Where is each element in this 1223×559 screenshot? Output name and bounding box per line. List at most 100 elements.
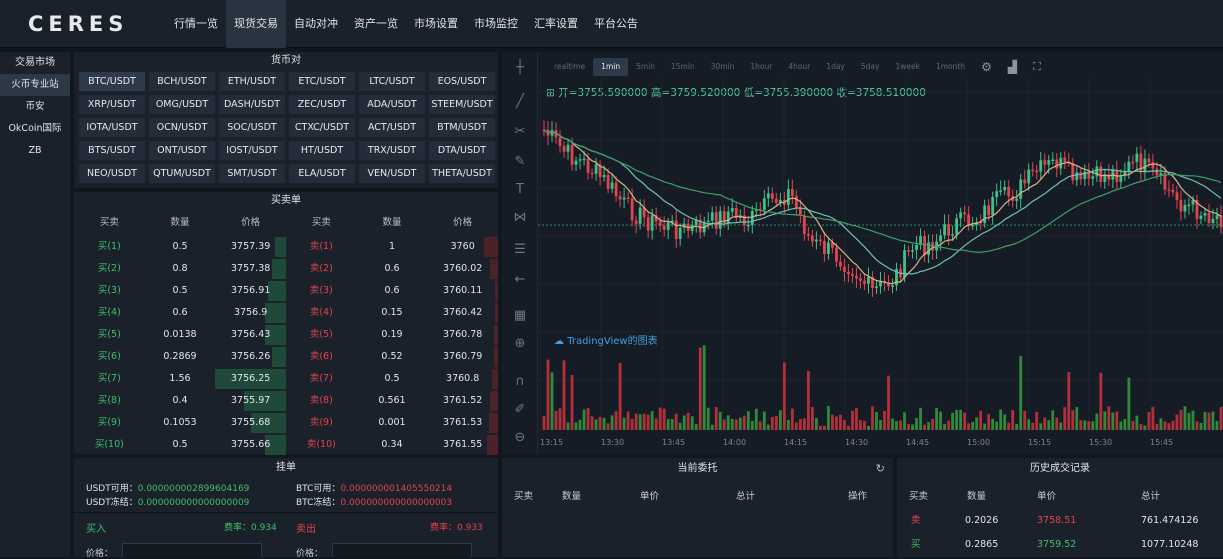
interval-5min[interactable]: 5min — [628, 58, 663, 76]
pair-button[interactable]: BTC/USDT — [79, 72, 145, 91]
price-chart[interactable]: ┼ ╱ ✂ ✎ T ⋈ ☰ ← ▦ ⊕ ∩ ✐ ⊖ realtime 1min … — [502, 52, 1223, 454]
buy-price-label: 价格： — [86, 549, 114, 559]
candle-body — [1175, 192, 1179, 200]
pair-button[interactable]: CTXC/USDT — [289, 118, 355, 137]
nav-market-settings[interactable]: 市场设置 — [406, 0, 466, 48]
zoom-in-icon[interactable]: ⊕ — [510, 334, 530, 354]
pair-button[interactable]: ETC/USDT — [289, 72, 355, 91]
indicators-icon[interactable]: ▟ — [1000, 58, 1025, 76]
bid-label: 买(10) — [94, 439, 124, 450]
text-tool-icon[interactable]: T — [510, 180, 530, 200]
pair-button[interactable]: BTM/USDT — [429, 118, 495, 137]
orderbook-row[interactable]: 买(3) 0.5 3756.91 卖(3) 0.6 3760.11 — [74, 280, 498, 302]
pair-button[interactable]: TRX/USDT — [359, 141, 425, 160]
pair-button[interactable]: IOTA/USDT — [79, 118, 145, 137]
fib-icon[interactable]: ✂ — [510, 122, 530, 142]
fullscreen-icon[interactable]: ⛶ — [1025, 58, 1049, 76]
nav-market-monitor[interactable]: 市场监控 — [466, 0, 526, 48]
orderbook-row[interactable]: 买(8) 0.4 3755.97 卖(8) 0.561 3761.52 — [74, 390, 498, 412]
history-col-side: 买卖 — [909, 491, 929, 502]
candle-body — [1207, 213, 1211, 224]
pair-button[interactable]: EOS/USDT — [429, 72, 495, 91]
pair-button[interactable]: BTS/USDT — [79, 141, 145, 160]
bid-price: 3756.91 — [231, 285, 271, 296]
back-arrow-icon[interactable]: ← — [510, 270, 530, 290]
nav-assets[interactable]: 资产一览 — [346, 0, 406, 48]
pair-button[interactable]: HT/USDT — [289, 141, 355, 160]
pair-button[interactable]: ADA/USDT — [359, 95, 425, 114]
interval-1day[interactable]: 1day — [818, 58, 853, 76]
trendline-icon[interactable]: ╱ — [510, 92, 530, 112]
pair-button[interactable]: QTUM/USDT — [149, 164, 215, 183]
candle-body — [658, 221, 662, 226]
volume-bar — [1051, 410, 1055, 430]
pair-button[interactable]: ONT/USDT — [149, 141, 215, 160]
nav-announcements[interactable]: 平台公告 — [586, 0, 646, 48]
orderbook-row[interactable]: 买(5) 0.0138 3756.43 卖(5) 0.19 3760.78 — [74, 324, 498, 346]
nav-auto-hedge[interactable]: 自动对冲 — [286, 0, 346, 48]
sidebar-item-huobi[interactable]: 火币专业站 — [0, 74, 70, 96]
settings-gear-icon[interactable]: ⚙ — [973, 58, 1000, 76]
orderbook-row[interactable]: 买(9) 0.1053 3755.68 卖(9) 0.001 3761.53 — [74, 412, 498, 434]
sidebar-item-binance[interactable]: 币安 — [0, 96, 70, 118]
magnet-icon[interactable]: ∩ — [510, 372, 530, 392]
sidebar-item-zb[interactable]: ZB — [0, 140, 70, 162]
interval-30min[interactable]: 30min — [703, 58, 743, 76]
interval-1month[interactable]: 1month — [928, 58, 973, 76]
pair-button[interactable]: DASH/USDT — [219, 95, 285, 114]
candle-body — [806, 234, 810, 236]
pair-button[interactable]: VEN/USDT — [359, 164, 425, 183]
pair-button[interactable]: OMG/USDT — [149, 95, 215, 114]
ma-line — [543, 129, 1222, 285]
pair-button[interactable]: NEO/USDT — [79, 164, 145, 183]
crosshair-icon[interactable]: ┼ — [510, 58, 530, 78]
pair-button[interactable]: BCH/USDT — [149, 72, 215, 91]
pair-button[interactable]: OCN/USDT — [149, 118, 215, 137]
pair-button[interactable]: IOST/USDT — [219, 141, 285, 160]
pair-button[interactable]: ACT/USDT — [359, 118, 425, 137]
candle-body — [1067, 162, 1071, 164]
orderbook-row[interactable]: 买(10) 0.5 3755.66 卖(10) 0.34 3761.55 — [74, 434, 498, 456]
interval-5day[interactable]: 5day — [853, 58, 888, 76]
pair-button[interactable]: THETA/USDT — [429, 164, 495, 183]
volume-bar — [1095, 413, 1099, 430]
measure-icon[interactable]: ▦ — [510, 306, 530, 326]
refresh-icon[interactable]: ↻ — [876, 462, 885, 475]
lock-icon[interactable]: ⊖ — [510, 428, 530, 448]
pair-button[interactable]: XRP/USDT — [79, 95, 145, 114]
ruler-icon[interactable]: ☰ — [510, 240, 530, 260]
orderbook-row[interactable]: 买(4) 0.6 3756.9 卖(4) 0.15 3760.42 — [74, 302, 498, 324]
buy-price-input[interactable] — [122, 543, 262, 557]
orderbook-row[interactable]: 买(7) 1.56 3756.25 卖(7) 0.5 3760.8 — [74, 368, 498, 390]
buy-section-label: 买入 — [86, 524, 106, 535]
eraser-icon[interactable]: ✐ — [510, 400, 530, 420]
interval-4hour[interactable]: 4hour — [780, 58, 818, 76]
pair-button[interactable]: SMT/USDT — [219, 164, 285, 183]
interval-1hour[interactable]: 1hour — [742, 58, 780, 76]
pair-button[interactable]: DTA/USDT — [429, 141, 495, 160]
pair-button[interactable]: LTC/USDT — [359, 72, 425, 91]
nav-market-overview[interactable]: 行情一览 — [166, 0, 226, 48]
interval-15min[interactable]: 15min — [663, 58, 703, 76]
pattern-icon[interactable]: ⋈ — [510, 208, 530, 228]
sidebar-item-okcoin[interactable]: OkCoin国际 — [0, 118, 70, 140]
pair-button[interactable]: SOC/USDT — [219, 118, 285, 137]
orderbook-row[interactable]: 买(1) 0.5 3757.39 卖(1) 1 3760 — [74, 236, 498, 258]
sell-price-input[interactable] — [332, 543, 472, 557]
interval-1week[interactable]: 1week — [887, 58, 927, 76]
interval-realtime[interactable]: realtime — [546, 58, 593, 76]
interval-1min[interactable]: 1min — [593, 58, 629, 76]
nav-spot-trading[interactable]: 现货交易 — [226, 0, 286, 48]
brush-icon[interactable]: ✎ — [510, 152, 530, 172]
candle-body — [698, 219, 702, 233]
nav-exchange-rate[interactable]: 汇率设置 — [526, 0, 586, 48]
pair-button[interactable]: STEEM/USDT — [429, 95, 495, 114]
bid-price: 3755.66 — [231, 439, 271, 450]
orderbook-row[interactable]: 买(6) 0.2869 3756.26 卖(6) 0.52 3760.79 — [74, 346, 498, 368]
history-qty: 0.2865 — [965, 539, 999, 550]
pair-button[interactable]: ELA/USDT — [289, 164, 355, 183]
orderbook-row[interactable]: 买(2) 0.8 3757.38 卖(2) 0.6 3760.02 — [74, 258, 498, 280]
pair-button[interactable]: ZEC/USDT — [289, 95, 355, 114]
candlestick-canvas — [538, 77, 1223, 432]
pair-button[interactable]: ETH/USDT — [219, 72, 285, 91]
